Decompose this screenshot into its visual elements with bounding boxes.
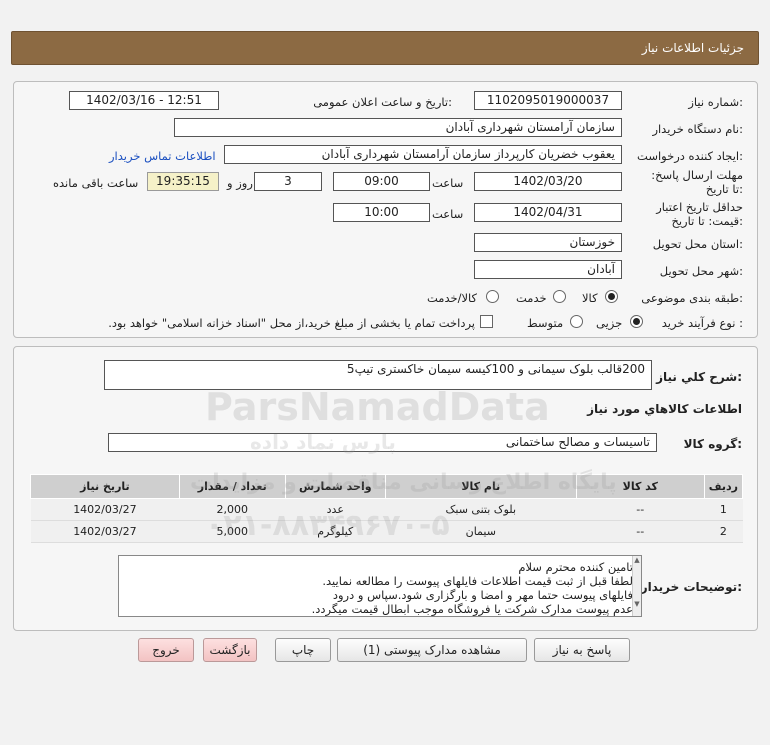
buyer-contact-link[interactable]: اطلاعات تماس خریدار	[109, 149, 216, 163]
treasury-payment-note: پرداخت تمام یا بخشی از مبلغ خرید،از محل …	[108, 316, 475, 330]
col-date: تاریخ نیاز	[30, 474, 180, 499]
treasury-payment-checkbox[interactable]	[480, 315, 493, 328]
cell-name: سیمان	[385, 520, 577, 543]
scroll-down-icon[interactable]: ▼	[633, 600, 641, 608]
col-name: نام کالا	[384, 474, 577, 499]
remaining-days-field: 3	[254, 172, 322, 191]
need-number-label: شماره نیاز:	[688, 95, 743, 109]
validity-time-label: ساعت	[432, 207, 464, 221]
cell-date: 1402/03/27	[30, 498, 180, 521]
category-goods-label: کالا	[582, 291, 598, 305]
process-minor-label: جزیی	[596, 316, 623, 330]
days-and-label: روز و	[227, 176, 253, 190]
col-row: ردیف	[703, 474, 744, 499]
category-radio-goods[interactable]	[605, 290, 618, 303]
process-medium-label: متوسط	[527, 316, 564, 330]
table-row: 2 -- سیمان کیلوگرم 5,000 1402/03/27	[30, 520, 743, 543]
announce-datetime-field: 1402/03/16 - 12:51	[69, 91, 219, 110]
city-field: آبادان	[474, 260, 622, 279]
remaining-time-label: ساعت باقی مانده	[53, 176, 139, 190]
city-label: شهر محل تحویل:	[659, 264, 743, 278]
category-service-label: خدمت	[516, 291, 547, 305]
summary-label: شرح کلي نياز:	[656, 370, 742, 384]
province-field: خوزستان	[474, 233, 622, 252]
reply-button[interactable]: پاسخ به نیاز	[534, 638, 630, 662]
page-title: جزئیات اطلاعات نیاز	[641, 41, 744, 55]
process-radio-minor[interactable]	[630, 315, 643, 328]
deadline-date-field: 1402/03/20	[474, 172, 622, 191]
cell-unit: عدد	[285, 498, 386, 521]
category-radio-goods-service[interactable]	[486, 290, 499, 303]
category-label: طبقه بندی موضوعی:	[641, 291, 743, 305]
back-button[interactable]: بازگشت	[203, 638, 257, 662]
summary-field: 200قالب بلوک سیمانی و 100کیسه سیمان خاکس…	[104, 360, 652, 390]
col-qty: تعداد / مقدار	[178, 474, 286, 499]
print-button[interactable]: چاپ	[275, 638, 331, 662]
goods-group-label: گروه کالا:	[683, 437, 742, 451]
goods-table-header: ردیف کد کالا نام کالا واحد شمارش تعداد /…	[30, 474, 744, 499]
exit-button[interactable]: خروج	[138, 638, 194, 662]
table-row: 1 -- بلوک بتنی سبک عدد 2,000 1402/03/27	[30, 498, 743, 521]
cell-unit: کیلوگرم	[285, 520, 386, 543]
goods-section-title: اطلاعات کالاهاي مورد نياز	[587, 402, 742, 416]
goods-table: ردیف کد کالا نام کالا واحد شمارش تعداد /…	[30, 474, 744, 543]
process-radio-medium[interactable]	[570, 315, 583, 328]
cell-row: 2	[704, 520, 743, 543]
province-label: استان محل تحویل:	[652, 237, 743, 251]
view-attachments-button[interactable]: مشاهده مدارک پیوستی (1)	[337, 638, 527, 662]
category-goods-service-label: کالا/خدمت	[427, 291, 478, 305]
category-radio-service[interactable]	[553, 290, 566, 303]
validity-time-field: 10:00	[333, 203, 430, 222]
notes-line: تامین کننده محترم سلام	[518, 560, 633, 574]
validity-label: حداقل تاریخ اعتبار قیمت: تا تاریخ:	[656, 200, 743, 228]
validity-date-field: 1402/04/31	[474, 203, 622, 222]
buyer-org-field: سازمان آرامستان شهرداری آبادان	[174, 118, 622, 137]
cell-row: 1	[704, 498, 743, 521]
notes-line: عدم پیوست مدارک شرکت یا فروشگاه موجب ابط…	[311, 602, 633, 616]
notes-line: فایلهای پیوست حتما مهر و امضا و بارگزاری…	[332, 588, 633, 602]
scroll-up-icon[interactable]: ▲	[633, 556, 641, 564]
need-number-field: 1102095019000037	[474, 91, 622, 110]
deadline-time-field: 09:00	[333, 172, 430, 191]
cell-code: --	[576, 498, 705, 521]
cell-qty: 2,000	[179, 498, 286, 521]
requester-field: یعقوب خضریان کارپرداز سازمان آرامستان شه…	[224, 145, 622, 164]
goods-group-field: تاسیسات و مصالح ساختمانی	[108, 433, 657, 452]
process-type-label: نوع فرآیند خرید :	[661, 316, 743, 330]
buyer-org-label: نام دستگاه خریدار:	[652, 122, 743, 136]
col-unit: واحد شمارش	[284, 474, 386, 499]
buyer-notes-label: توضیحات خریدار:	[640, 580, 742, 594]
col-code: کد کالا	[575, 474, 705, 499]
cell-code: --	[576, 520, 705, 543]
cell-qty: 5,000	[179, 520, 286, 543]
cell-date: 1402/03/27	[30, 520, 180, 543]
announce-datetime-label: تاریخ و ساعت اعلان عمومی:	[313, 95, 452, 109]
buyer-notes-box[interactable]: تامین کننده محترم سلام لطفا قبل از ثبت ق…	[118, 555, 642, 617]
deadline-label: مهلت ارسال پاسخ: تا تاریخ:	[651, 168, 743, 196]
deadline-time-label: ساعت	[432, 176, 464, 190]
cell-name: بلوک بتنی سبک	[385, 498, 577, 521]
notes-line: لطفا قبل از ثبت قیمت اطلاعات فایلهای پیو…	[322, 574, 633, 588]
page-header: جزئیات اطلاعات نیاز	[11, 31, 759, 65]
remaining-time-field: 19:35:15	[147, 172, 219, 191]
requester-label: ایجاد کننده درخواست:	[637, 149, 743, 163]
notes-scrollbar[interactable]: ▲ ▼	[632, 556, 641, 616]
